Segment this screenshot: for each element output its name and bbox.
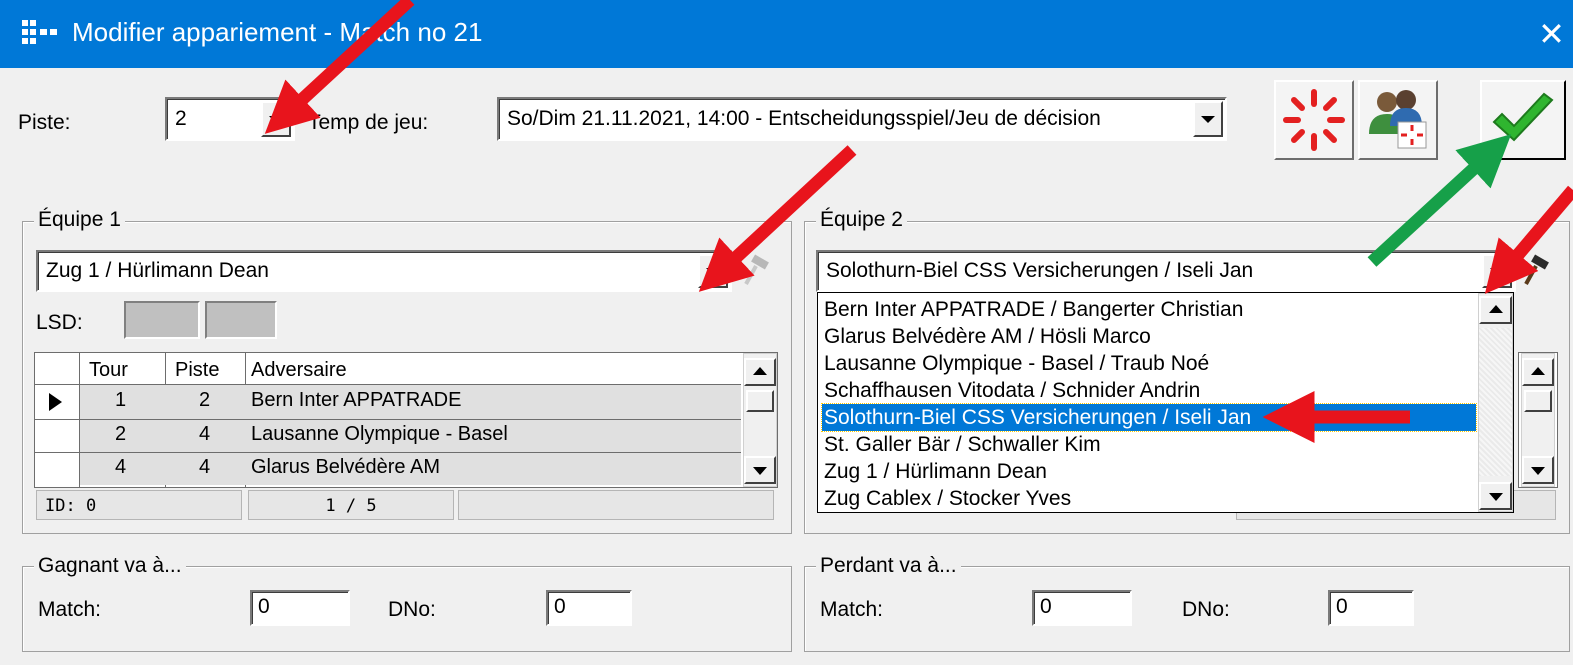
scroll-thumb[interactable] xyxy=(746,390,774,412)
app-tree-icon xyxy=(20,18,62,52)
loser-match-input[interactable]: 0 xyxy=(1032,590,1132,626)
users-refresh-icon xyxy=(1369,90,1427,149)
scroll-up-button[interactable] xyxy=(1479,296,1512,324)
piste-dropdown-button[interactable] xyxy=(261,101,291,137)
list-item[interactable]: Schaffhausen Vitodata / Schnider Andrin xyxy=(822,377,1200,404)
table-row[interactable]: 4 4 Glarus Belvédère AM xyxy=(35,453,741,485)
hammer-disabled-icon xyxy=(740,254,774,288)
team1-select[interactable]: Zug 1 / Hürlimann Dean xyxy=(36,250,732,292)
grid-status-position: 1 / 5 xyxy=(248,490,454,520)
table-row[interactable]: 2 4 Lausanne Olympique - Basel xyxy=(35,420,741,452)
spinner-icon xyxy=(1283,89,1345,151)
grid-status-id: ID: 0 xyxy=(36,490,242,520)
cell-adversaire: Lausanne Olympique - Basel xyxy=(251,423,508,445)
list-item[interactable]: Zug Cablex / Stocker Yves xyxy=(822,485,1071,512)
scroll-up-button[interactable] xyxy=(744,358,776,386)
temp-de-jeu-dropdown-button[interactable] xyxy=(1193,101,1223,137)
piste-value: 2 xyxy=(175,107,187,130)
team2-dropdown-button[interactable] xyxy=(1482,254,1512,288)
loser-dno-input[interactable]: 0 xyxy=(1328,590,1414,626)
team2-grid-edge xyxy=(1518,352,1558,488)
scroll-thumb[interactable] xyxy=(1524,390,1552,412)
lsd-field-2 xyxy=(205,301,277,339)
winner-match-label: Match: xyxy=(38,598,102,621)
list-item[interactable]: Zug 1 / Hürlimann Dean xyxy=(822,458,1047,485)
table-row[interactable]: 1 2 Bern Inter APPATRADE xyxy=(35,385,741,419)
team2-value: Solothurn-Biel CSS Versicherungen / Isel… xyxy=(826,259,1254,282)
hammer-icon[interactable] xyxy=(1520,254,1554,288)
history-grid[interactable]: Tour Piste Adversaire 1 2 Bern Inter APP… xyxy=(34,352,778,488)
confirm-button[interactable] xyxy=(1480,80,1566,160)
cell-tour: 1 xyxy=(115,389,127,411)
list-item[interactable]: Bern Inter APPATRADE / Bangerter Christi… xyxy=(822,296,1243,323)
loser-legend: Perdant va à... xyxy=(816,554,961,578)
winner-dno-label: DNo: xyxy=(388,598,436,621)
swap-players-button[interactable] xyxy=(1358,80,1438,160)
winner-legend: Gagnant va à... xyxy=(34,554,186,578)
team1-value: Zug 1 / Hürlimann Dean xyxy=(46,259,269,282)
loser-dno-label: DNo: xyxy=(1182,598,1230,621)
temp-de-jeu-select[interactable]: So/Dim 21.11.2021, 14:00 - Entscheidungs… xyxy=(497,97,1227,141)
piste-label: Piste: xyxy=(18,111,71,134)
list-item[interactable]: Lausanne Olympique - Basel / Traub Noé xyxy=(822,350,1209,377)
cell-tour: 2 xyxy=(115,423,127,445)
winner-match-input[interactable]: 0 xyxy=(250,590,350,626)
cell-piste: 4 xyxy=(199,456,211,478)
dropdown-scrollbar[interactable] xyxy=(1478,293,1513,512)
col-header-adversaire[interactable]: Adversaire xyxy=(251,359,347,382)
reset-button[interactable] xyxy=(1274,80,1354,160)
team2-grid-scrollbar[interactable] xyxy=(1521,353,1555,487)
cell-adversaire: Glarus Belvédère AM xyxy=(251,456,440,478)
lsd-field-1 xyxy=(124,301,200,339)
list-item[interactable]: St. Galler Bär / Schwaller Kim xyxy=(822,431,1101,458)
scroll-down-button[interactable] xyxy=(1522,456,1554,484)
winner-dno-input[interactable]: 0 xyxy=(546,590,632,626)
cell-adversaire: Bern Inter APPATRADE xyxy=(251,389,462,411)
loser-match-label: Match: xyxy=(820,598,884,621)
team2-legend: Équipe 2 xyxy=(816,208,907,232)
piste-select[interactable]: 2 xyxy=(165,97,295,141)
close-icon[interactable]: ✕ xyxy=(1530,8,1573,60)
grid-scrollbar[interactable] xyxy=(743,353,777,487)
scroll-down-button[interactable] xyxy=(744,456,776,484)
lsd-label: LSD: xyxy=(36,311,83,334)
list-item[interactable]: Glarus Belvédère AM / Hösli Marco xyxy=(822,323,1151,350)
scroll-track[interactable] xyxy=(1479,328,1512,476)
temp-de-jeu-label: Temp de jeu: xyxy=(308,111,429,134)
temp-de-jeu-value: So/Dim 21.11.2021, 14:00 - Entscheidungs… xyxy=(507,107,1101,130)
list-item-selected[interactable]: Solothurn-Biel CSS Versicherungen / Isel… xyxy=(821,403,1477,432)
team1-dropdown-button[interactable] xyxy=(698,254,728,288)
team2-dropdown-list[interactable]: Bern Inter APPATRADE / Bangerter Christi… xyxy=(817,292,1514,513)
scroll-down-button[interactable] xyxy=(1479,482,1512,510)
grid-header xyxy=(35,353,741,385)
col-header-piste[interactable]: Piste xyxy=(175,359,219,382)
window-title: Modifier appariement - Match no 21 xyxy=(72,17,483,47)
cell-piste: 2 xyxy=(199,389,211,411)
cell-tour: 4 xyxy=(115,456,127,478)
cell-piste: 4 xyxy=(199,423,211,445)
checkmark-icon xyxy=(1492,92,1554,142)
team2-select[interactable]: Solothurn-Biel CSS Versicherungen / Isel… xyxy=(816,250,1516,292)
scroll-up-button[interactable] xyxy=(1522,358,1554,386)
grid-status-empty xyxy=(458,490,774,520)
team1-legend: Équipe 1 xyxy=(34,208,125,232)
col-header-tour[interactable]: Tour xyxy=(89,359,128,382)
